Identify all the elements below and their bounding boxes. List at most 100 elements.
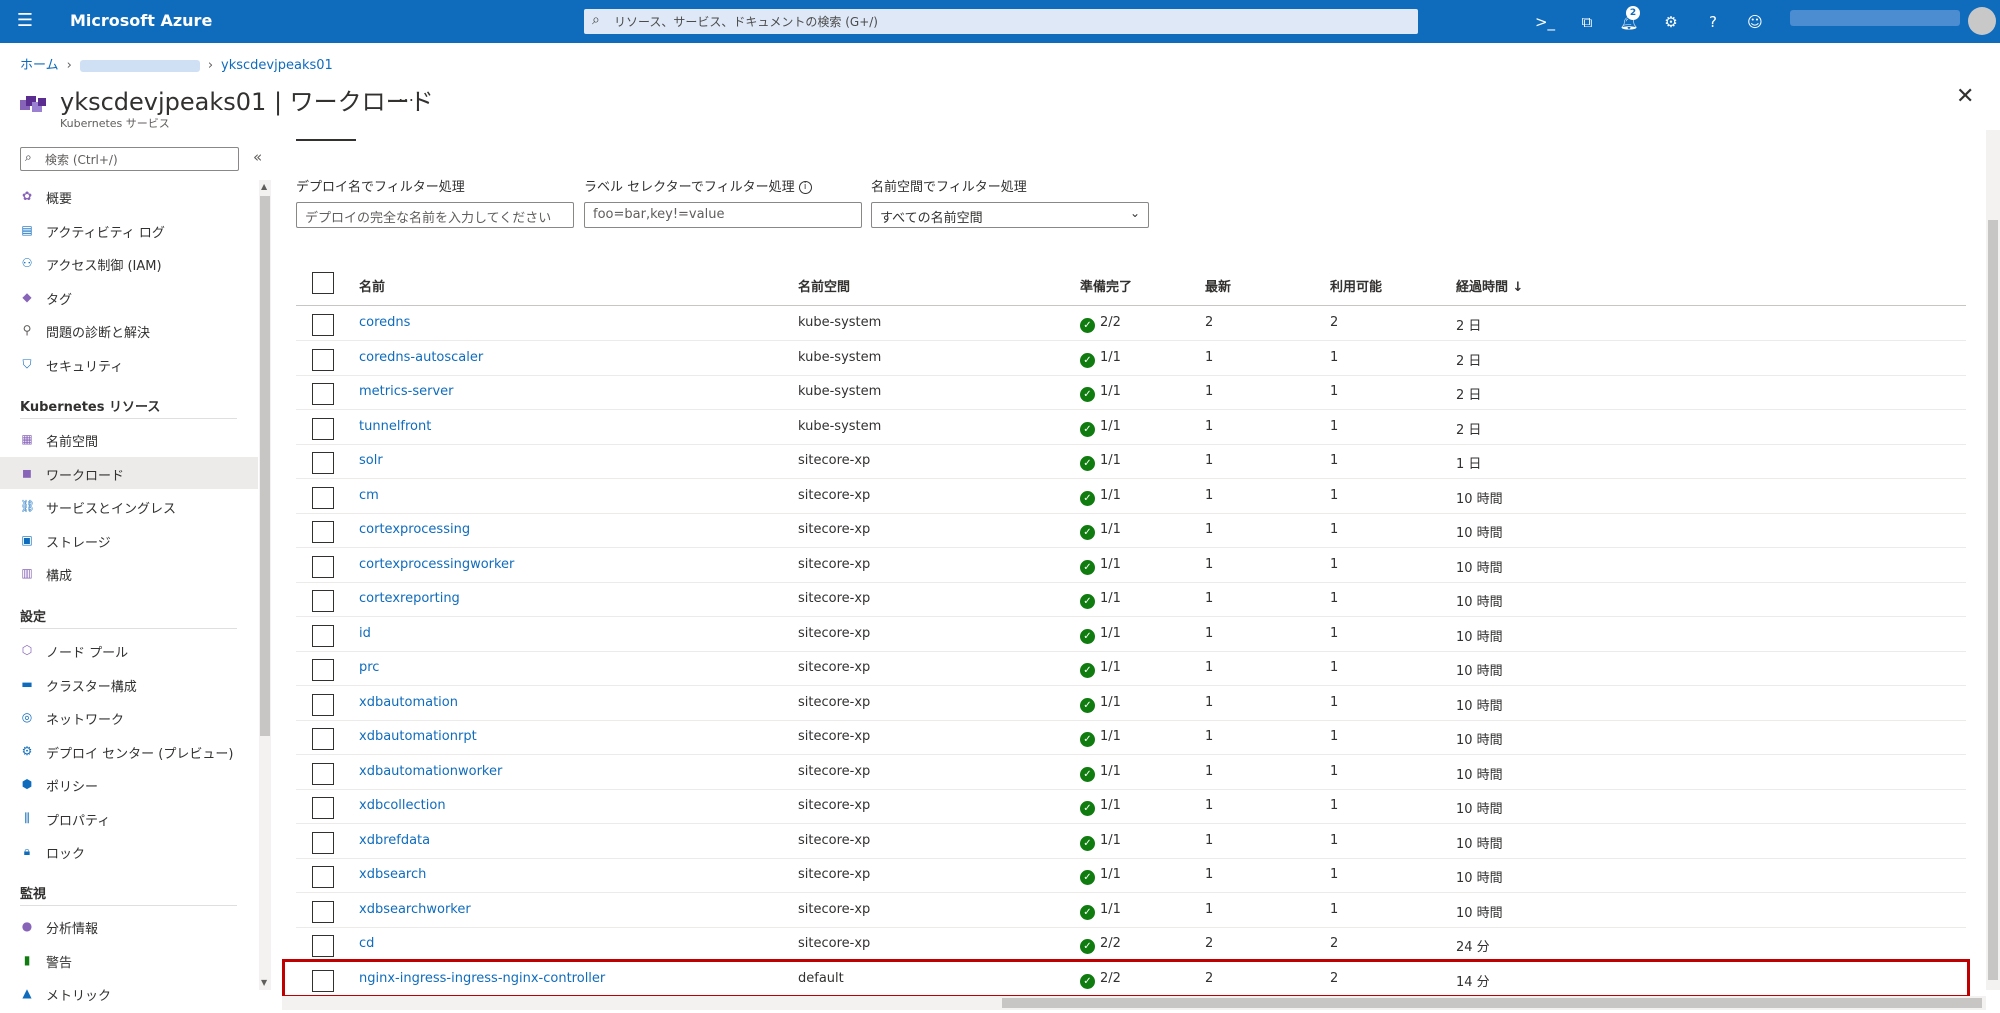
cloud-shell-icon[interactable]: >_	[1534, 11, 1556, 33]
sidebar-item[interactable]: ▬ クラスター構成	[0, 668, 258, 700]
table-row[interactable]: xdbcollection sitecore-xp ✓ 1/1 1 1 10 時間	[296, 789, 1966, 824]
row-checkbox[interactable]	[312, 866, 334, 888]
table-row[interactable]: coredns-autoscaler kube-system ✓ 1/1 1 1 2 日	[296, 341, 1966, 376]
workload-name-link[interactable]: xdbrefdata	[359, 833, 430, 848]
close-icon[interactable]: ✕	[1956, 84, 1974, 109]
column-header-ready[interactable]: 準備完了	[1080, 276, 1132, 295]
row-checkbox[interactable]	[312, 624, 334, 647]
sidebar-item[interactable]: ✿ 概要	[0, 180, 258, 212]
main-vertical-scrollbar[interactable]	[1986, 130, 2000, 990]
sidebar-item[interactable]: ⚲ 問題の診断と解決	[0, 314, 258, 346]
row-checkbox[interactable]	[312, 900, 334, 923]
table-row[interactable]: xdbautomationworker sitecore-xp ✓ 1/1 1 1 10 時…	[296, 755, 1966, 790]
sidebar-item[interactable]: ▥ 構成	[0, 557, 258, 589]
workload-name-link[interactable]: cortexprocessingworker	[359, 557, 514, 572]
workload-name-link[interactable]: xdbcollection	[359, 798, 446, 813]
table-row[interactable]: id sitecore-xp ✓ 1/1 1 1 10 時間	[296, 617, 1966, 652]
help-icon[interactable]: ?	[1702, 11, 1724, 33]
table-row[interactable]: cortexprocessingworker sitecore-xp ✓ 1/1 1 1 1…	[296, 548, 1966, 583]
workload-name-link[interactable]: id	[359, 626, 371, 641]
column-header-age[interactable]: 経過時間 ↓	[1456, 276, 1523, 295]
table-row[interactable]: solr sitecore-xp ✓ 1/1 1 1 1 日	[296, 444, 1966, 479]
deploy-filter-input[interactable]: デプロイの完全な名前を入力してください	[296, 202, 574, 228]
workload-name-link[interactable]: metrics-server	[359, 384, 453, 399]
scroll-down-icon[interactable]: ▼	[261, 978, 267, 987]
label-selector-input[interactable]: foo=bar,key!=value	[584, 202, 862, 228]
sidebar-item[interactable]: ◎ ネットワーク	[0, 701, 258, 733]
horizontal-scroll-thumb[interactable]	[1002, 998, 1982, 1008]
settings-gear-icon[interactable]: ⚙	[1660, 11, 1682, 33]
directory-filter-icon[interactable]: ⧉	[1576, 11, 1598, 33]
sidebar-item[interactable]: ◆ タグ	[0, 281, 258, 313]
sidebar-item[interactable]: ◼ ワークロード	[0, 456, 258, 489]
sidebar-item[interactable]: ● 分析情報	[0, 910, 258, 942]
workload-name-link[interactable]: cortexreporting	[359, 591, 460, 606]
select-all-checkbox[interactable]	[312, 272, 334, 294]
breadcrumb-home[interactable]: ホーム	[20, 58, 59, 73]
row-checkbox[interactable]	[312, 555, 334, 578]
sidebar-scrollbar[interactable]: ▲ ▼	[259, 180, 271, 990]
avatar[interactable]	[1968, 7, 1996, 35]
table-row[interactable]: cd sitecore-xp ✓ 2/2 2 2 24 分	[296, 927, 1966, 962]
hamburger-menu-icon[interactable]: ☰	[14, 10, 36, 32]
sidebar-item[interactable]: ▣ ストレージ	[0, 524, 258, 556]
namespace-filter-dropdown[interactable]: すべての名前空間 ⌄	[871, 202, 1149, 228]
workload-name-link[interactable]: xdbsearch	[359, 867, 426, 882]
sidebar-item[interactable]: 🔒︎ ロック	[0, 835, 258, 867]
row-checkbox[interactable]	[312, 797, 334, 819]
sidebar-item[interactable]: ⚇ アクセス制御 (IAM)	[0, 247, 258, 279]
table-row[interactable]: cortexprocessing sitecore-xp ✓ 1/1 1 1 10 時間	[296, 513, 1966, 548]
column-header-name[interactable]: 名前	[359, 276, 385, 295]
table-row[interactable]: xdbsearch sitecore-xp ✓ 1/1 1 1 10 時間	[296, 858, 1966, 893]
row-checkbox[interactable]	[312, 452, 334, 474]
table-row[interactable]: tunnelfront kube-system ✓ 1/1 1 1 2 日	[296, 410, 1966, 445]
sidebar-item[interactable]: ▤ アクティビティ ログ	[0, 214, 258, 246]
table-row[interactable]: xdbsearchworker sitecore-xp ✓ 1/1 1 1 10 時間	[296, 893, 1966, 928]
sidebar-item[interactable]: ⛓ サービスとイングレス	[0, 490, 258, 522]
sidebar-item[interactable]: ⬢ ポリシー	[0, 768, 258, 800]
vertical-scroll-thumb[interactable]	[1988, 220, 1998, 980]
row-checkbox[interactable]	[312, 693, 334, 716]
workload-name-link[interactable]: cd	[359, 936, 374, 951]
row-checkbox[interactable]	[312, 935, 334, 957]
collapse-sidebar-icon[interactable]: «	[253, 148, 262, 166]
workload-name-link[interactable]: xdbautomationrpt	[359, 729, 477, 744]
account-info[interactable]	[1790, 10, 1960, 26]
workload-name-link[interactable]: coredns	[359, 315, 410, 330]
sidebar-item[interactable]: ⛉ セキュリティ	[0, 348, 258, 380]
row-checkbox[interactable]	[312, 521, 334, 543]
workload-name-link[interactable]: tunnelfront	[359, 419, 431, 434]
breadcrumb-current[interactable]: ykscdevjpeaks01	[221, 58, 333, 73]
more-options-icon[interactable]: …	[398, 86, 414, 105]
feedback-icon[interactable]: ☺	[1744, 11, 1766, 33]
row-checkbox[interactable]	[312, 417, 334, 440]
global-search-input[interactable]: ⌕ リソース、サービス、ドキュメントの検索 (G+/)	[584, 9, 1418, 34]
workload-name-link[interactable]: xdbautomationworker	[359, 764, 502, 779]
column-header-available[interactable]: 利用可能	[1330, 276, 1382, 295]
table-row[interactable]: prc sitecore-xp ✓ 1/1 1 1 10 時間	[296, 651, 1966, 686]
workload-name-link[interactable]: prc	[359, 660, 379, 675]
sidebar-search-input[interactable]: ⌕ 検索 (Ctrl+/)	[20, 147, 239, 171]
main-horizontal-scrollbar[interactable]	[282, 996, 1986, 1010]
sidebar-item[interactable]: ⫼ プロパティ	[0, 802, 258, 834]
table-row[interactable]: cm sitecore-xp ✓ 1/1 1 1 10 時間	[296, 479, 1966, 514]
portal-brand[interactable]: Microsoft Azure	[70, 11, 212, 30]
column-header-namespace[interactable]: 名前空間	[798, 276, 850, 295]
workload-name-link[interactable]: solr	[359, 453, 383, 468]
row-checkbox[interactable]	[312, 831, 334, 854]
table-row[interactable]: xdbautomation sitecore-xp ✓ 1/1 1 1 10 時間	[296, 686, 1966, 721]
breadcrumb-redacted[interactable]	[79, 59, 200, 72]
row-checkbox[interactable]	[312, 762, 334, 785]
table-row[interactable]: xdbrefdata sitecore-xp ✓ 1/1 1 1 10 時間	[296, 824, 1966, 859]
workload-name-link[interactable]: cortexprocessing	[359, 522, 470, 537]
row-checkbox[interactable]	[312, 659, 334, 681]
row-checkbox[interactable]	[312, 486, 334, 509]
workload-name-link[interactable]: coredns-autoscaler	[359, 350, 483, 365]
workload-name-link[interactable]: xdbautomation	[359, 695, 458, 710]
workload-name-link[interactable]: xdbsearchworker	[359, 902, 471, 917]
info-icon[interactable]: i	[798, 181, 812, 194]
row-checkbox[interactable]	[312, 728, 334, 750]
sidebar-item[interactable]: ▲ メトリック	[0, 977, 258, 1009]
table-row[interactable]: xdbautomationrpt sitecore-xp ✓ 1/1 1 1 10 時間	[296, 720, 1966, 755]
column-header-latest[interactable]: 最新	[1205, 276, 1231, 295]
